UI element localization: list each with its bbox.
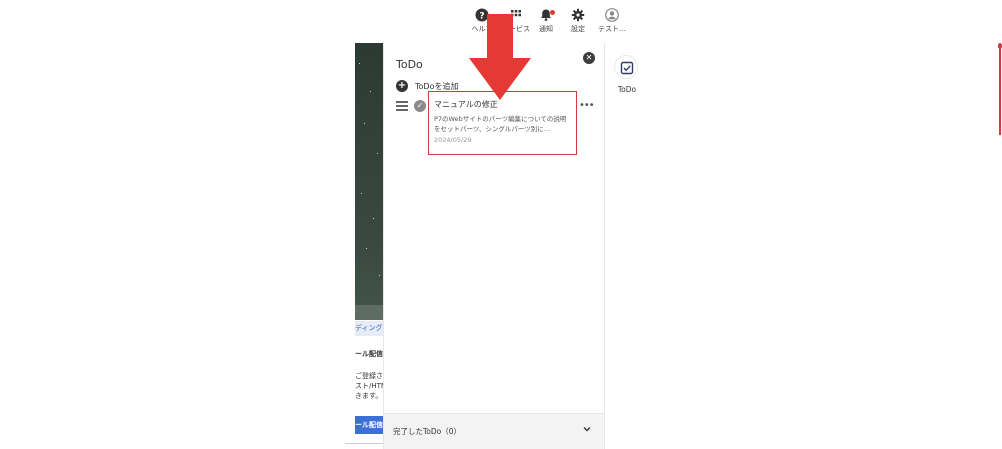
todo-item-date: 2024/05/29 bbox=[434, 136, 472, 144]
user-label: テスト… bbox=[598, 25, 626, 33]
gear-icon bbox=[571, 8, 585, 22]
panel-title: ToDo bbox=[396, 58, 423, 71]
landscape-band bbox=[355, 305, 383, 320]
background-action-button[interactable]: ール配信 bbox=[355, 416, 383, 434]
todo-rail-label: ToDo bbox=[617, 85, 637, 94]
screen: ? ヘルプ サービス 通知 設定 テスト… ディング ール配信 ご登録さ スト/… bbox=[0, 0, 1002, 449]
completed-todos-label: 完了したToDo（0） bbox=[393, 427, 462, 436]
background-text-line: きます。 bbox=[355, 392, 383, 400]
todo-panel: ToDo ✕ + ToDoを追加 ✓ マニュアルの修正 P7のWebサイトのパー… bbox=[383, 43, 605, 449]
close-panel-button[interactable]: ✕ bbox=[583, 52, 595, 64]
add-todo-label: ToDoを追加 bbox=[415, 81, 459, 91]
chevron-down-icon bbox=[583, 427, 591, 432]
drag-handle-icon[interactable] bbox=[396, 101, 408, 111]
check-icon: ✓ bbox=[416, 101, 424, 110]
background-text-line: スト/HTM bbox=[355, 382, 383, 390]
todo-item-title: マニュアルの修正 bbox=[434, 100, 498, 109]
highlight-edge-marker bbox=[999, 43, 1001, 135]
background-page: ディング ール配信 ご登録され スト/HTM きます。 ール配信 bbox=[345, 43, 395, 449]
completed-todos-section[interactable]: 完了したToDo（0） bbox=[384, 413, 604, 449]
todo-rail-button[interactable] bbox=[614, 55, 638, 79]
user-menu-button[interactable]: テスト… bbox=[590, 8, 634, 34]
plus-icon: + bbox=[396, 80, 408, 92]
user-avatar-icon bbox=[605, 8, 619, 22]
background-tab[interactable]: ディング bbox=[355, 321, 383, 336]
todo-item-description: P7のWebサイトのパーツ編集についての説明をセットパーツ、シングルパーツ別に… bbox=[434, 115, 567, 133]
checkbox-icon bbox=[620, 61, 634, 75]
close-icon: ✕ bbox=[585, 53, 593, 62]
notification-dot bbox=[550, 10, 555, 15]
more-options-icon[interactable]: ••• bbox=[579, 101, 595, 111]
annotation-arrow-icon bbox=[469, 14, 531, 100]
background-heading: ール配信 bbox=[355, 350, 383, 358]
todo-item[interactable]: マニュアルの修正 P7のWebサイトのパーツ編集についての説明をセットパーツ、シ… bbox=[428, 91, 577, 155]
highlight-edge-marker bbox=[998, 44, 1002, 48]
night-sky-image bbox=[355, 43, 383, 320]
complete-checkbox[interactable]: ✓ bbox=[414, 100, 426, 112]
background-text-line: ご登録され bbox=[355, 372, 383, 380]
